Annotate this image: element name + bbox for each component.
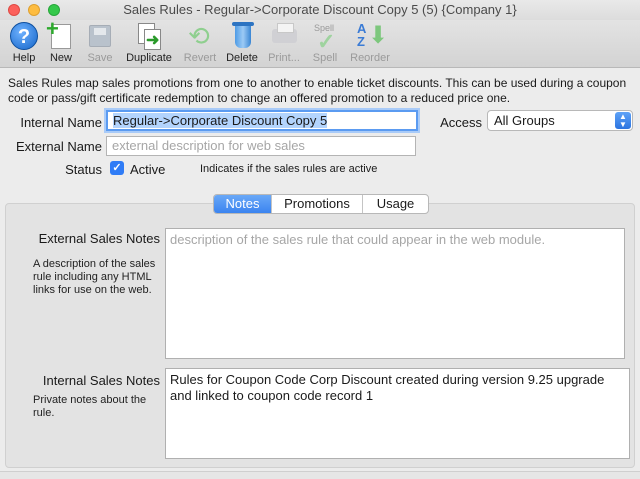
internal-notes-label: Internal Sales Notes [42,373,160,388]
spell-button[interactable]: Spell ✓ Spell [301,21,349,64]
external-notes-scrollbar[interactable] [625,229,633,358]
reorder-az-icon: A Z ⬇ [357,21,389,49]
revert-button[interactable]: ⟲ Revert [176,21,224,64]
internal-notes-textarea[interactable]: Rules for Coupon Code Corp Discount crea… [165,368,630,459]
active-checkbox-label[interactable]: Active [130,162,165,177]
external-notes-label: External Sales Notes [38,231,160,246]
internal-name-input[interactable]: Regular->Corporate Discount Copy 5 [106,110,418,131]
delete-button[interactable]: Delete [218,21,266,64]
tab-promotions[interactable]: Promotions [272,195,363,213]
chevron-up-down-icon: ▲ ▼ [615,112,631,129]
access-select[interactable]: All Groups ▲ ▼ [487,110,633,131]
spell-check-icon: Spell ✓ [314,23,336,54]
access-label: Access [440,115,482,130]
duplicate-button[interactable]: ➜ Duplicate [125,21,173,64]
revert-icon: ⟲ [188,21,210,51]
tab-notes[interactable]: Notes [214,195,272,213]
save-icon [85,21,115,51]
bottom-bar [0,471,640,479]
external-notes-textarea[interactable]: description of the sales rule that could… [165,228,625,359]
active-checkbox[interactable]: ✓ [110,161,124,175]
external-name-label: External Name [16,139,102,154]
toolbar: ? Help + New Save ➜ Duplicate ⟲ Revert D… [0,18,640,68]
external-name-input[interactable]: external description for web sales [106,136,416,156]
external-notes-help: A description of the sales rule includin… [33,258,156,296]
status-hint: Indicates if the sales rules are active [200,163,378,175]
zoom-window-button[interactable] [48,4,60,16]
status-label: Status [65,162,102,177]
save-button[interactable]: Save [76,21,124,64]
reorder-button[interactable]: A Z ⬇ Reorder [346,21,394,64]
description-text: Sales Rules map sales promotions from on… [8,76,627,105]
printer-icon [269,21,299,51]
internal-name-label: Internal Name [20,115,102,130]
window-title: Sales Rules - Regular->Corporate Discoun… [123,2,517,17]
tab-usage[interactable]: Usage [363,195,428,213]
tab-bar: Notes Promotions Usage [213,194,429,214]
trash-icon [227,21,257,51]
close-window-button[interactable] [8,4,20,16]
internal-notes-help: Private notes about the rule. [33,394,147,419]
minimize-window-button[interactable] [28,4,40,16]
window-controls [8,4,60,16]
title-bar: Sales Rules - Regular->Corporate Discoun… [0,0,640,20]
new-document-icon: + [46,18,76,51]
duplicate-icon: ➜ [134,21,164,51]
help-icon: ? [10,22,38,50]
